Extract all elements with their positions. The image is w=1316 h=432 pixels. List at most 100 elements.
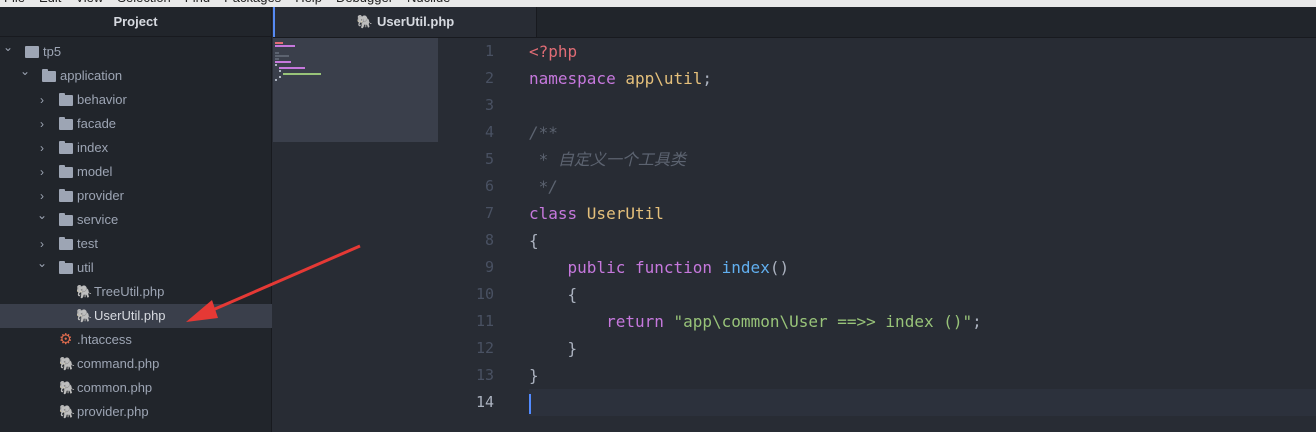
tree-item-treeutil-php[interactable]: 🐘 TreeUtil.php — [0, 280, 272, 304]
minimap-viewport[interactable] — [273, 38, 438, 142]
chevron-down-icon[interactable]: ⌄ — [36, 203, 48, 227]
minimap-line — [275, 79, 277, 81]
chevron-down-icon[interactable]: ⌄ — [36, 251, 48, 275]
code-line[interactable]: <?php — [529, 38, 1316, 65]
tab-userutil[interactable]: 🐘 UserUtil.php — [273, 7, 537, 37]
code-token: <?php — [529, 42, 578, 61]
code-token: UserUtil — [586, 204, 664, 223]
code-token: return — [606, 312, 674, 331]
code-line[interactable] — [529, 389, 1316, 416]
tree-item-command-php[interactable]: 🐘 command.php — [0, 352, 272, 376]
code-editor[interactable]: 1 2 3 4 5 6 7 8 9 10 11 12 13 14 <?php namespace app\u… — [438, 38, 1316, 432]
tree-item-model[interactable]: › model — [0, 160, 272, 184]
gear-icon: ⚙ — [59, 331, 73, 348]
code-area[interactable]: <?php namespace app\util; /** * 自定义一个工具类 *… — [529, 38, 1316, 416]
minimap-line — [275, 64, 277, 66]
code-line[interactable]: public function index() — [529, 254, 1316, 281]
menu-item-help[interactable]: Help — [295, 0, 322, 5]
tree-item-label: tp5 — [43, 44, 62, 59]
tree-item-provider-php[interactable]: 🐘 provider.php — [0, 400, 272, 424]
chevron-right-icon[interactable]: › — [36, 136, 48, 160]
code-token: { — [529, 231, 539, 250]
chevron-down-icon[interactable]: ⌄ — [19, 59, 31, 83]
tree-item-label: behavior — [77, 92, 127, 107]
tree-item-common-php[interactable]: 🐘 common.php — [0, 376, 272, 400]
code-line[interactable]: return "app\common\User ==>> index ()"; — [529, 308, 1316, 335]
tree-item-userutil-php[interactable]: 🐘 UserUtil.php — [0, 304, 272, 328]
line-number: 5 — [484, 150, 494, 168]
code-token: { — [529, 285, 578, 304]
minimap-line — [279, 76, 281, 78]
folder-icon — [59, 189, 73, 202]
tree-item-label: common.php — [77, 380, 153, 395]
chevron-right-icon[interactable]: › — [36, 112, 48, 136]
folder-icon — [59, 165, 73, 178]
minimap-line — [279, 70, 281, 72]
chevron-right-icon[interactable]: › — [36, 160, 48, 184]
code-token: /** — [529, 123, 558, 142]
minimap-line — [275, 42, 283, 44]
menu-item-debugger[interactable]: Debugger — [336, 0, 393, 5]
code-token: */ — [529, 177, 558, 196]
code-line[interactable] — [529, 92, 1316, 119]
code-line[interactable]: */ — [529, 173, 1316, 200]
line-number: 2 — [484, 69, 494, 87]
menu-item-edit[interactable]: Edit — [39, 0, 61, 5]
tree-item-htaccess[interactable]: ⚙ .htaccess — [0, 328, 272, 352]
project-sidebar: Project ⌄ tp5 ⌄ application › behavior › facade… — [0, 7, 272, 432]
tab-bar: 🐘 UserUtil.php — [273, 7, 1316, 38]
line-number: 13 — [475, 366, 494, 384]
code-line[interactable]: * 自定义一个工具类 — [529, 146, 1316, 173]
code-line[interactable]: class UserUtil — [529, 200, 1316, 227]
code-token: } — [529, 366, 539, 385]
tree-item-service[interactable]: ⌄ service — [0, 208, 272, 232]
menu-item-file[interactable]: File — [4, 0, 25, 5]
tree-item-label: UserUtil.php — [94, 308, 166, 323]
code-token: } — [529, 339, 578, 358]
line-number: 9 — [484, 258, 494, 276]
tree-item-facade[interactable]: › facade — [0, 112, 272, 136]
line-number: 3 — [484, 96, 494, 114]
minimap-line — [275, 55, 289, 57]
minimap-line — [283, 73, 321, 75]
code-token: "app\common\User ==>> index ()" — [673, 312, 973, 331]
line-number: 1 — [484, 42, 494, 60]
menu-item-packages[interactable]: Packages — [224, 0, 281, 5]
code-token: ; — [972, 312, 982, 331]
tree-item-behavior[interactable]: › behavior — [0, 88, 272, 112]
code-line[interactable]: /** — [529, 119, 1316, 146]
code-line[interactable]: } — [529, 362, 1316, 389]
code-line[interactable]: { — [529, 227, 1316, 254]
menu-item-nuclide[interactable]: Nuclide — [407, 0, 450, 5]
folder-icon — [59, 213, 73, 226]
code-token: * 自定义一个工具类 — [529, 150, 686, 169]
tree-item-label: model — [77, 164, 113, 179]
code-line[interactable]: namespace app\util; — [529, 65, 1316, 92]
minimap[interactable] — [273, 38, 438, 432]
chevron-down-icon[interactable]: ⌄ — [2, 35, 14, 59]
menu-item-selection[interactable]: Selection — [117, 0, 170, 5]
tree-item-util[interactable]: ⌄ util — [0, 256, 272, 280]
tree-item-label: provider.php — [77, 404, 149, 419]
code-line[interactable]: } — [529, 335, 1316, 362]
tree-item-tp5[interactable]: ⌄ tp5 — [0, 40, 272, 64]
code-line[interactable]: { — [529, 281, 1316, 308]
menu-item-view[interactable]: View — [75, 0, 103, 5]
code-token: () — [769, 258, 790, 277]
tree-item-application[interactable]: ⌄ application — [0, 64, 272, 88]
tree-item-label: application — [60, 68, 123, 83]
line-number: 12 — [475, 339, 494, 357]
line-number: 6 — [484, 177, 494, 195]
chevron-right-icon[interactable]: › — [36, 88, 48, 112]
tree-item-label: test — [77, 236, 98, 251]
menu-item-find[interactable]: Find — [185, 0, 210, 5]
folder-icon — [59, 141, 73, 154]
tree-item-index[interactable]: › index — [0, 136, 272, 160]
menu-items: File Edit View Selection Find Packages Help Deb… — [4, 0, 450, 5]
code-token: index — [721, 258, 770, 277]
line-number: 4 — [484, 123, 494, 141]
php-elephant-icon: 🐘 — [59, 380, 76, 395]
tree-item-label: command.php — [77, 356, 160, 371]
php-elephant-icon: 🐘 — [59, 404, 76, 419]
php-elephant-icon: 🐘 — [356, 14, 373, 29]
